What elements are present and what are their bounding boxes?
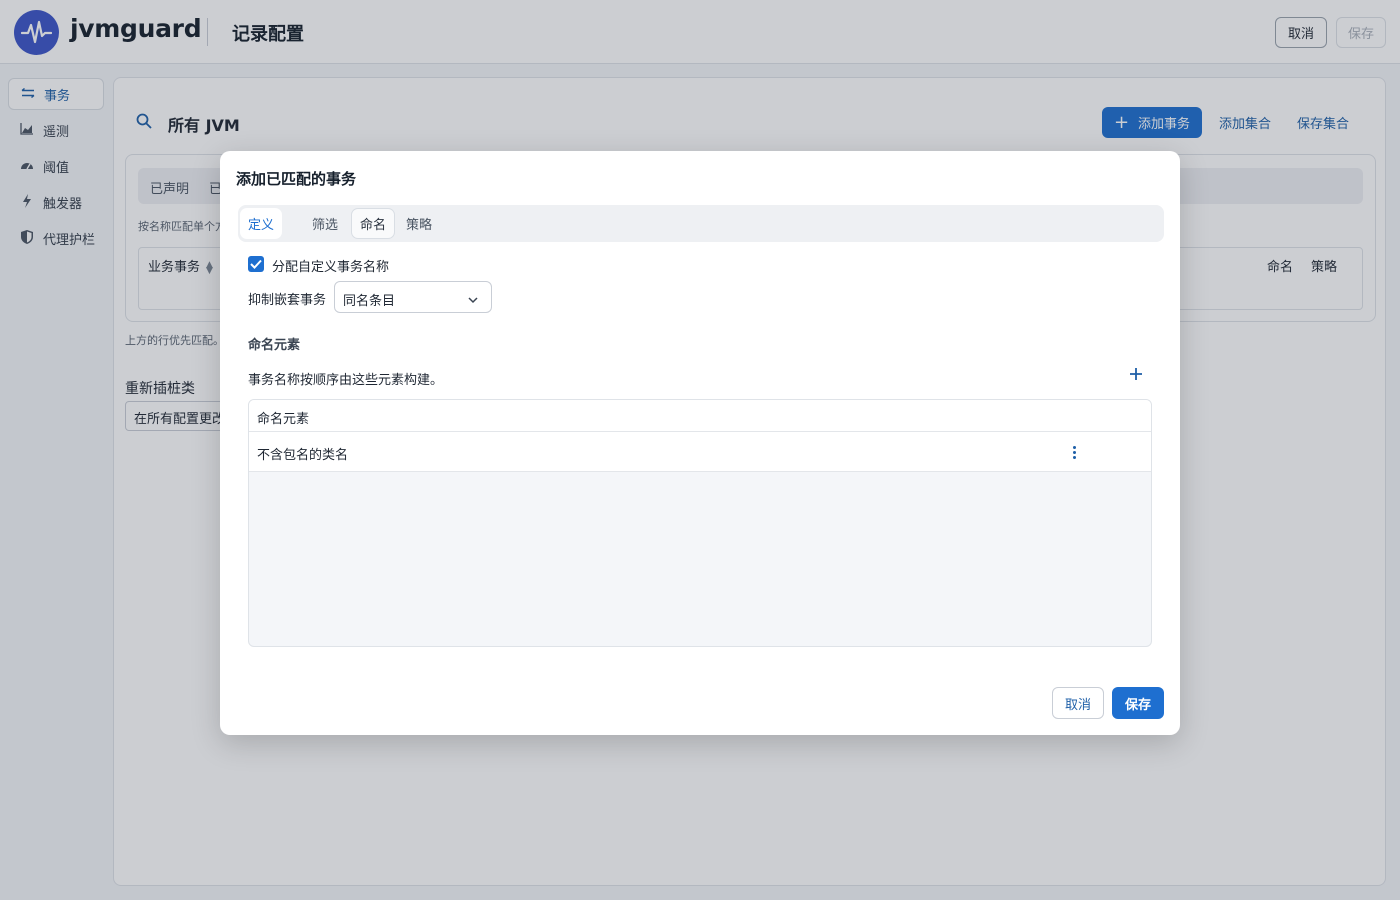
row-label: 不含包名的类名	[257, 448, 349, 463]
assign-custom-name-checkbox[interactable]	[248, 256, 264, 272]
tab-definition[interactable]: 定义	[240, 208, 282, 239]
add-matched-transaction-dialog: 添加已匹配的事务 定义 筛选 命名 策略 分配自定义事务名称 抑制嵌套事务 同名…	[220, 151, 1180, 735]
column-naming-element: 命名元素	[257, 412, 310, 427]
naming-section-title: 命名元素	[248, 338, 301, 353]
chevron-down-icon	[467, 291, 479, 310]
suppress-nested-value: 同名条目	[343, 294, 396, 309]
add-naming-element-button[interactable]	[1126, 365, 1146, 385]
naming-elements-table: 命名元素 不含包名的类名	[248, 399, 1152, 647]
naming-description: 事务名称按顺序由这些元素构建。	[248, 373, 444, 388]
tab-strategy[interactable]: 策略	[398, 208, 440, 239]
assign-custom-name-label[interactable]: 分配自定义事务名称	[272, 256, 389, 275]
more-options-icon[interactable]	[1067, 444, 1083, 460]
tab-filter[interactable]: 筛选	[304, 208, 346, 239]
dialog-cancel-button[interactable]: 取消	[1052, 687, 1104, 719]
table-row[interactable]: 不含包名的类名	[249, 432, 1151, 472]
tab-naming[interactable]: 命名	[351, 208, 395, 239]
dialog-save-button[interactable]: 保存	[1112, 687, 1164, 719]
suppress-nested-select[interactable]: 同名条目	[334, 281, 492, 313]
dialog-tabs: 定义 筛选 命名 策略	[238, 205, 1164, 242]
suppress-nested-label: 抑制嵌套事务	[248, 293, 327, 308]
plus-icon	[1130, 368, 1142, 380]
dialog-title: 添加已匹配的事务	[236, 170, 357, 188]
table-header: 命名元素	[249, 400, 1151, 432]
